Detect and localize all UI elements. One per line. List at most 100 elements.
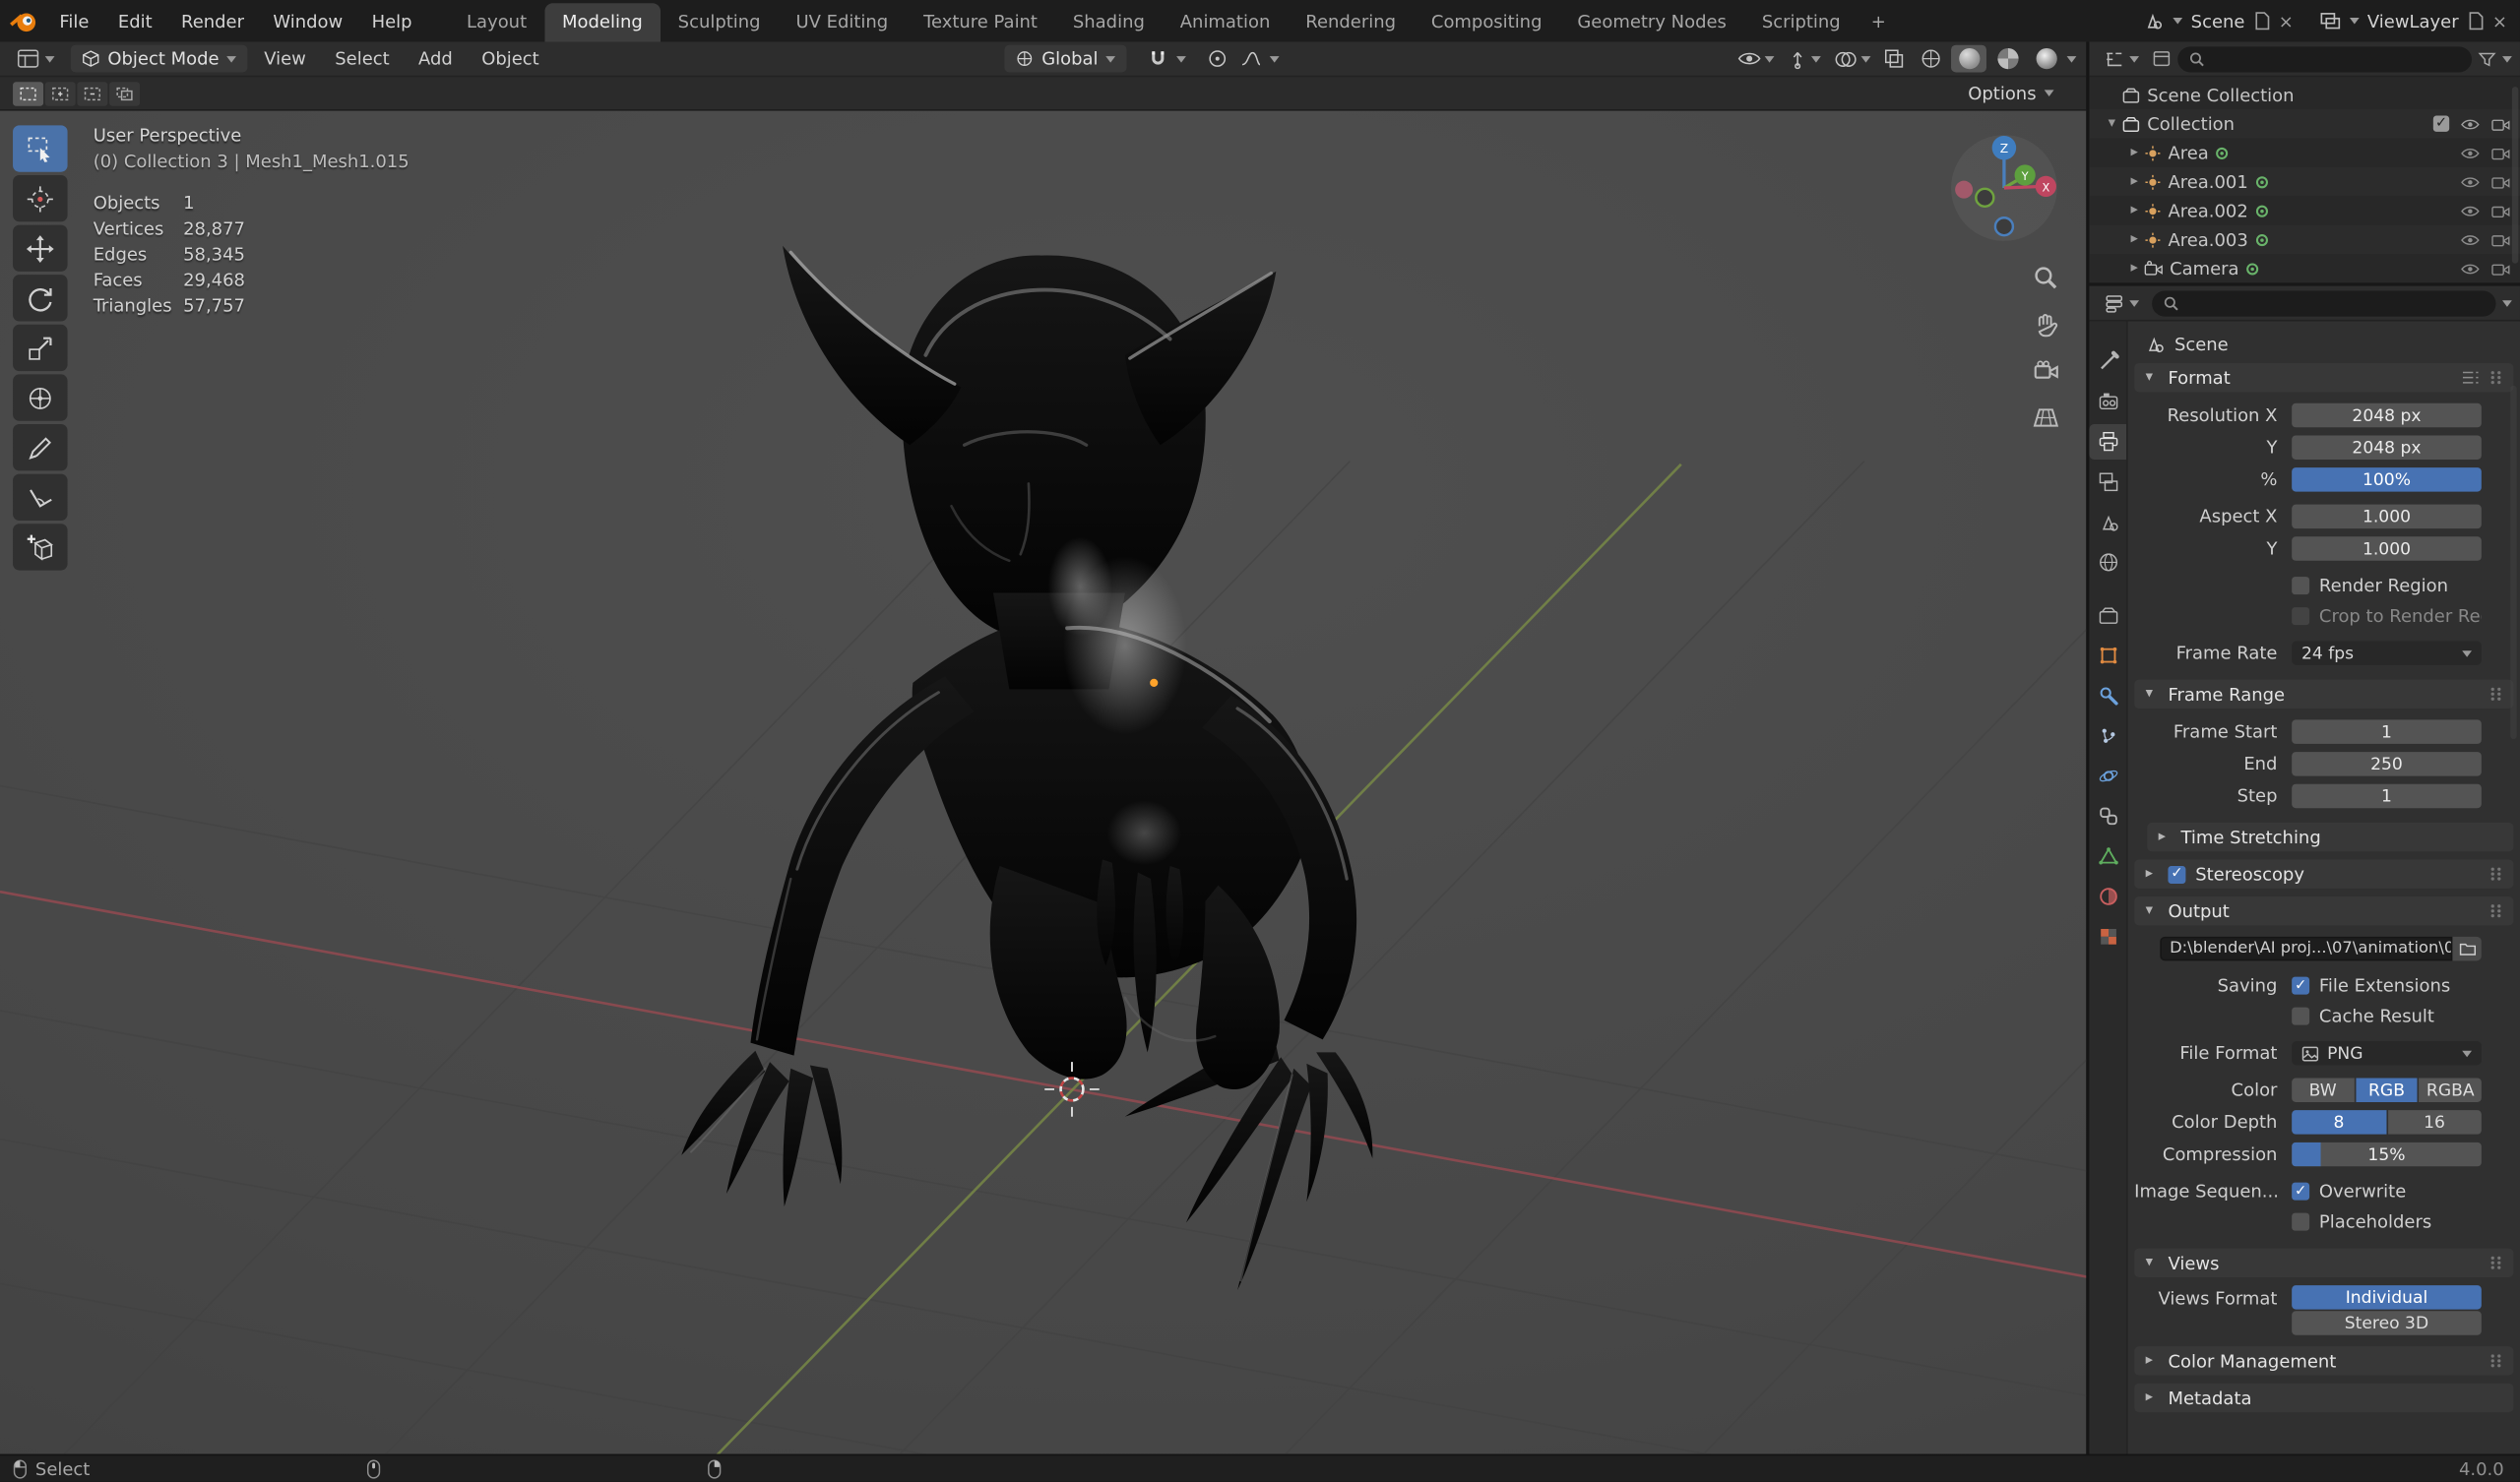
scene-browse-icon[interactable] (2143, 11, 2166, 31)
tab-geometry-nodes[interactable]: Geometry Nodes (1559, 3, 1743, 41)
properties-search-input[interactable] (2152, 289, 2496, 316)
outliner-display-mode-icon[interactable] (2152, 50, 2172, 68)
rotate-tool[interactable] (13, 275, 68, 322)
gizmos-dropdown[interactable] (1783, 45, 1826, 73)
remove-viewlayer-icon[interactable]: × (2492, 11, 2507, 31)
tab-tool[interactable] (2089, 343, 2126, 379)
outliner-search-input[interactable] (2177, 45, 2473, 72)
outliner-row-area-001[interactable]: ▸ Area.001 (2089, 166, 2520, 197)
select-extend-button[interactable] (44, 81, 76, 105)
hide-viewport-eye-icon[interactable] (2461, 146, 2481, 160)
tab-animation[interactable]: Animation (1163, 3, 1288, 41)
tab-object[interactable] (2089, 638, 2126, 673)
menu-object[interactable]: Object (469, 45, 552, 73)
tab-texture-paint[interactable]: Texture Paint (906, 3, 1055, 41)
cache-result-checkbox[interactable] (2292, 1007, 2310, 1025)
tab-modeling[interactable]: Modeling (544, 3, 661, 42)
output-panel-header[interactable]: ▾ Output (2134, 896, 2514, 926)
outliner-editor-type-button[interactable] (2098, 46, 2146, 72)
editor-type-button[interactable] (10, 45, 61, 73)
format-panel-header[interactable]: ▾ Format (2134, 362, 2514, 393)
depth-16-button[interactable]: 16 (2387, 1110, 2482, 1135)
options-dropdown[interactable]: Options (1968, 83, 2054, 103)
tab-view-layer[interactable] (2089, 464, 2126, 500)
placeholders-checkbox[interactable] (2292, 1212, 2310, 1231)
creature-model[interactable] (681, 245, 1373, 1291)
crop-region-checkbox[interactable] (2292, 607, 2310, 626)
new-scene-icon[interactable] (2253, 11, 2271, 31)
filter-icon[interactable] (2478, 50, 2496, 66)
xray-toggle[interactable] (1879, 45, 1910, 73)
frame-range-panel-header[interactable]: ▾ Frame Range (2134, 679, 2514, 709)
menu-edit[interactable]: Edit (103, 0, 166, 41)
tab-compositing[interactable]: Compositing (1414, 3, 1559, 41)
tab-sculpting[interactable]: Sculpting (661, 3, 779, 41)
tab-object-data[interactable] (2089, 838, 2126, 874)
shading-wireframe-button[interactable] (1913, 45, 1948, 73)
select-box-tool[interactable] (13, 125, 68, 172)
perspective-toggle-icon[interactable] (2027, 399, 2065, 437)
camera-view-icon[interactable] (2027, 352, 2065, 391)
drag-dots-icon[interactable] (2489, 1353, 2502, 1369)
snap-toggle[interactable] (1143, 45, 1173, 73)
tab-particles[interactable] (2089, 718, 2126, 754)
new-viewlayer-icon[interactable] (2467, 11, 2485, 31)
hide-viewport-eye-icon[interactable] (2461, 232, 2481, 247)
resolution-y-field[interactable]: 2048 px (2292, 435, 2482, 460)
select-intersect-button[interactable] (109, 81, 141, 105)
views-panel-header[interactable]: ▾ Views (2134, 1248, 2514, 1277)
outliner-row-camera[interactable]: ▸ Camera (2089, 254, 2520, 282)
tab-shading[interactable]: Shading (1055, 3, 1163, 41)
outliner-row-area[interactable]: ▸ Area (2089, 138, 2520, 166)
tab-rendering[interactable]: Rendering (1288, 3, 1414, 41)
expand-icon[interactable]: ▸ (2124, 203, 2144, 218)
object-label[interactable]: Area.001 (2168, 171, 2247, 192)
views-stereo3d-button[interactable]: Stereo 3D (2292, 1311, 2482, 1335)
color-rgba-button[interactable]: RGBA (2419, 1078, 2482, 1102)
transform-tool[interactable] (13, 374, 68, 421)
tab-constraints[interactable] (2089, 798, 2126, 834)
outliner-filter-caret-icon[interactable] (2502, 55, 2512, 62)
tab-render[interactable] (2089, 384, 2126, 419)
object-label[interactable]: Area.003 (2168, 229, 2247, 250)
blender-logo-icon[interactable] (0, 0, 45, 41)
scale-tool[interactable] (13, 324, 68, 372)
scene-collection-label[interactable]: Scene Collection (2147, 85, 2294, 105)
views-individual-button[interactable]: Individual (2292, 1285, 2482, 1310)
drag-dots-icon[interactable] (2489, 866, 2502, 882)
tab-world[interactable] (2089, 544, 2126, 580)
outliner-row-collection[interactable]: ▾ Collection ✓ (2089, 109, 2520, 139)
hide-viewport-eye-icon[interactable] (2461, 204, 2481, 218)
frame-step-field[interactable]: 1 (2292, 783, 2482, 809)
frame-start-field[interactable]: 1 (2292, 719, 2482, 744)
properties-editor-type-button[interactable] (2098, 290, 2146, 316)
select-subtract-button[interactable] (77, 81, 108, 105)
color-management-header[interactable]: ▸ Color Management (2134, 1346, 2514, 1376)
tab-scripting[interactable]: Scripting (1744, 3, 1858, 41)
breadcrumb-scene[interactable]: Scene (2174, 334, 2229, 354)
tab-physics[interactable] (2089, 759, 2126, 794)
properties-scrollbar[interactable] (2510, 385, 2517, 740)
tab-layout[interactable]: Layout (449, 3, 544, 41)
hide-viewport-eye-icon[interactable] (2461, 174, 2481, 189)
viewport-3d[interactable]: User Perspective (0) Collection 3 | Mesh… (0, 110, 2087, 1454)
proportional-falloff-icon[interactable] (1236, 46, 1267, 70)
collection-expand-icon[interactable]: ▾ (2103, 116, 2122, 132)
disable-render-camera-icon[interactable] (2491, 232, 2511, 247)
expand-icon[interactable]: ▸ (2124, 260, 2144, 276)
navigation-gizmo[interactable]: Z Y X (1948, 132, 2060, 244)
properties-options-caret-icon[interactable] (2502, 299, 2512, 307)
tab-collection[interactable] (2089, 597, 2126, 633)
menu-render[interactable]: Render (166, 0, 258, 41)
viewlayer-browse-caret-icon[interactable] (2349, 17, 2360, 25)
transform-orientation-dropdown[interactable]: Global (1004, 44, 1127, 73)
frame-rate-dropdown[interactable]: 24 fps (2292, 641, 2482, 665)
disable-render-camera-icon[interactable] (2491, 174, 2511, 189)
snap-options-caret-icon[interactable] (1176, 55, 1187, 62)
annotate-tool[interactable] (13, 424, 68, 471)
expand-icon[interactable]: ▸ (2124, 173, 2144, 189)
color-rgb-button[interactable]: RGB (2355, 1078, 2419, 1102)
viewlayer-name[interactable]: ViewLayer (2367, 11, 2459, 31)
tab-scene[interactable] (2089, 505, 2126, 540)
browse-folder-button[interactable] (2452, 936, 2482, 961)
